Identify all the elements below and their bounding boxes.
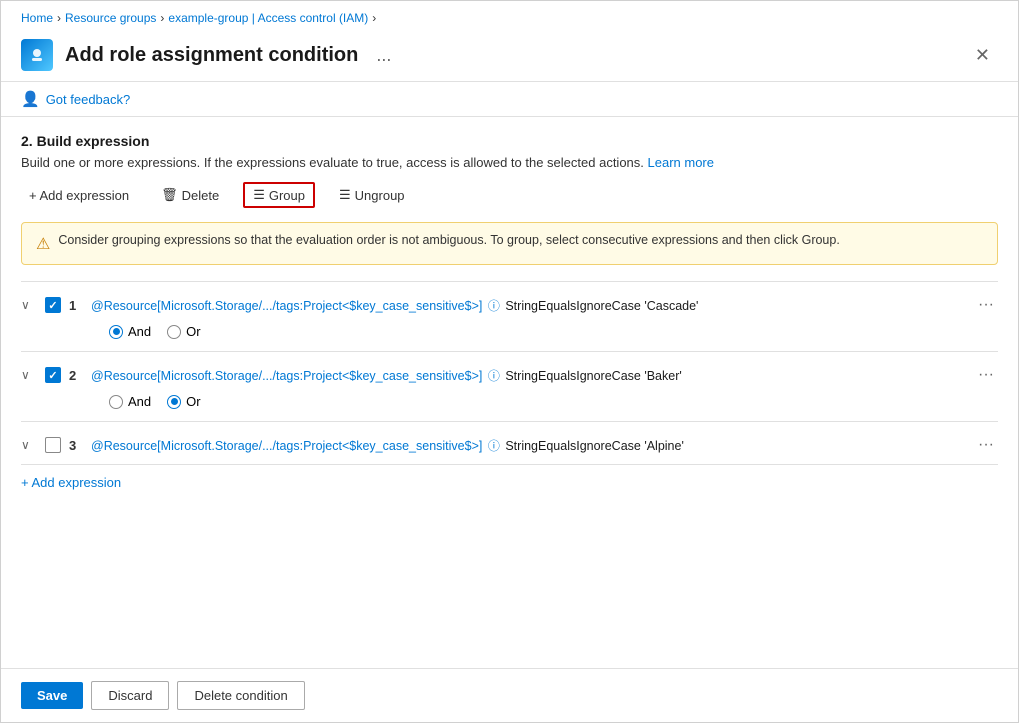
section-title: 2. Build expression (21, 133, 998, 149)
expr-number-3: 3 (69, 438, 83, 453)
main-panel: Home › Resource groups › example-group |… (0, 0, 1019, 723)
expr-text-1: @Resource[Microsoft.Storage/.../tags:Pro… (91, 297, 966, 314)
info-icon-2: ⓘ (488, 369, 500, 383)
warning-box: ⚠ Consider grouping expressions so that … (21, 222, 998, 265)
group-icon: ☰ (253, 187, 265, 203)
ungroup-icon: ☰ (339, 187, 351, 203)
add-expression-button[interactable]: + Add expression (21, 184, 137, 207)
expr-text-2: @Resource[Microsoft.Storage/.../tags:Pro… (91, 367, 966, 384)
expression-row-1: ∨ ✓ 1 @Resource[Microsoft.Storage/.../ta… (21, 281, 998, 351)
breadcrumb-home[interactable]: Home (21, 11, 53, 25)
learn-more-link[interactable]: Learn more (648, 155, 714, 170)
info-icon-3: ⓘ (488, 439, 500, 453)
expr-more-3[interactable]: ··· (974, 436, 998, 454)
feedback-bar: 👤 Got feedback? (1, 82, 1018, 117)
warning-text: Consider grouping expressions so that th… (58, 233, 839, 247)
page-title: Add role assignment condition (65, 44, 358, 67)
discard-button[interactable]: Discard (91, 681, 169, 710)
feedback-icon: 👤 (21, 90, 40, 108)
expression-row-3: ∨ 3 @Resource[Microsoft.Storage/.../tags… (21, 421, 998, 465)
panel-icon (21, 39, 53, 71)
panel-header: Add role assignment condition ... ✕ (1, 31, 1018, 82)
delete-button[interactable]: 🗑 Delete (153, 183, 227, 207)
checkbox-1[interactable]: ✓ (45, 297, 61, 313)
expr-more-1[interactable]: ··· (974, 296, 998, 314)
section-description: Build one or more expressions. If the ex… (21, 155, 998, 170)
expand-icon-3[interactable]: ∨ (21, 438, 37, 452)
breadcrumb-resource-groups[interactable]: Resource groups (65, 11, 156, 25)
main-content: 2. Build expression Build one or more ex… (1, 117, 1018, 668)
add-expression-link[interactable]: + Add expression (21, 465, 121, 494)
expr-number-1: 1 (69, 298, 83, 313)
breadcrumb-example-group[interactable]: example-group | Access control (IAM) (168, 11, 368, 25)
panel-footer: Save Discard Delete condition (1, 668, 1018, 722)
header-more-options[interactable]: ... (370, 43, 397, 68)
feedback-label[interactable]: Got feedback? (46, 92, 131, 107)
and-radio-2[interactable]: And (109, 394, 151, 409)
delete-condition-button[interactable]: Delete condition (177, 681, 304, 710)
expr-number-2: 2 (69, 368, 83, 383)
or-radio-2[interactable]: Or (167, 394, 200, 409)
checkbox-3[interactable] (45, 437, 61, 453)
or-radio-1[interactable]: Or (167, 324, 200, 339)
checkbox-2[interactable]: ✓ (45, 367, 61, 383)
info-icon-1: ⓘ (488, 299, 500, 313)
save-button[interactable]: Save (21, 682, 83, 709)
close-button[interactable]: ✕ (967, 41, 998, 70)
expression-row-2: ∨ ✓ 2 @Resource[Microsoft.Storage/.../ta… (21, 351, 998, 421)
delete-icon: 🗑 (161, 187, 178, 203)
expr-text-3: @Resource[Microsoft.Storage/.../tags:Pro… (91, 437, 966, 454)
group-button[interactable]: ☰ Group (243, 182, 315, 208)
expand-icon-1[interactable]: ∨ (21, 298, 37, 312)
and-or-row-1: And Or (21, 318, 998, 345)
expr-more-2[interactable]: ··· (974, 366, 998, 384)
expand-icon-2[interactable]: ∨ (21, 368, 37, 382)
ungroup-button[interactable]: ☰ Ungroup (331, 183, 413, 207)
warning-icon: ⚠ (36, 234, 50, 254)
and-or-row-2: And Or (21, 388, 998, 415)
and-radio-1[interactable]: And (109, 324, 151, 339)
expression-toolbar: + Add expression 🗑 Delete ☰ Group ☰ Ungr… (21, 182, 998, 208)
breadcrumb: Home › Resource groups › example-group |… (1, 1, 1018, 31)
